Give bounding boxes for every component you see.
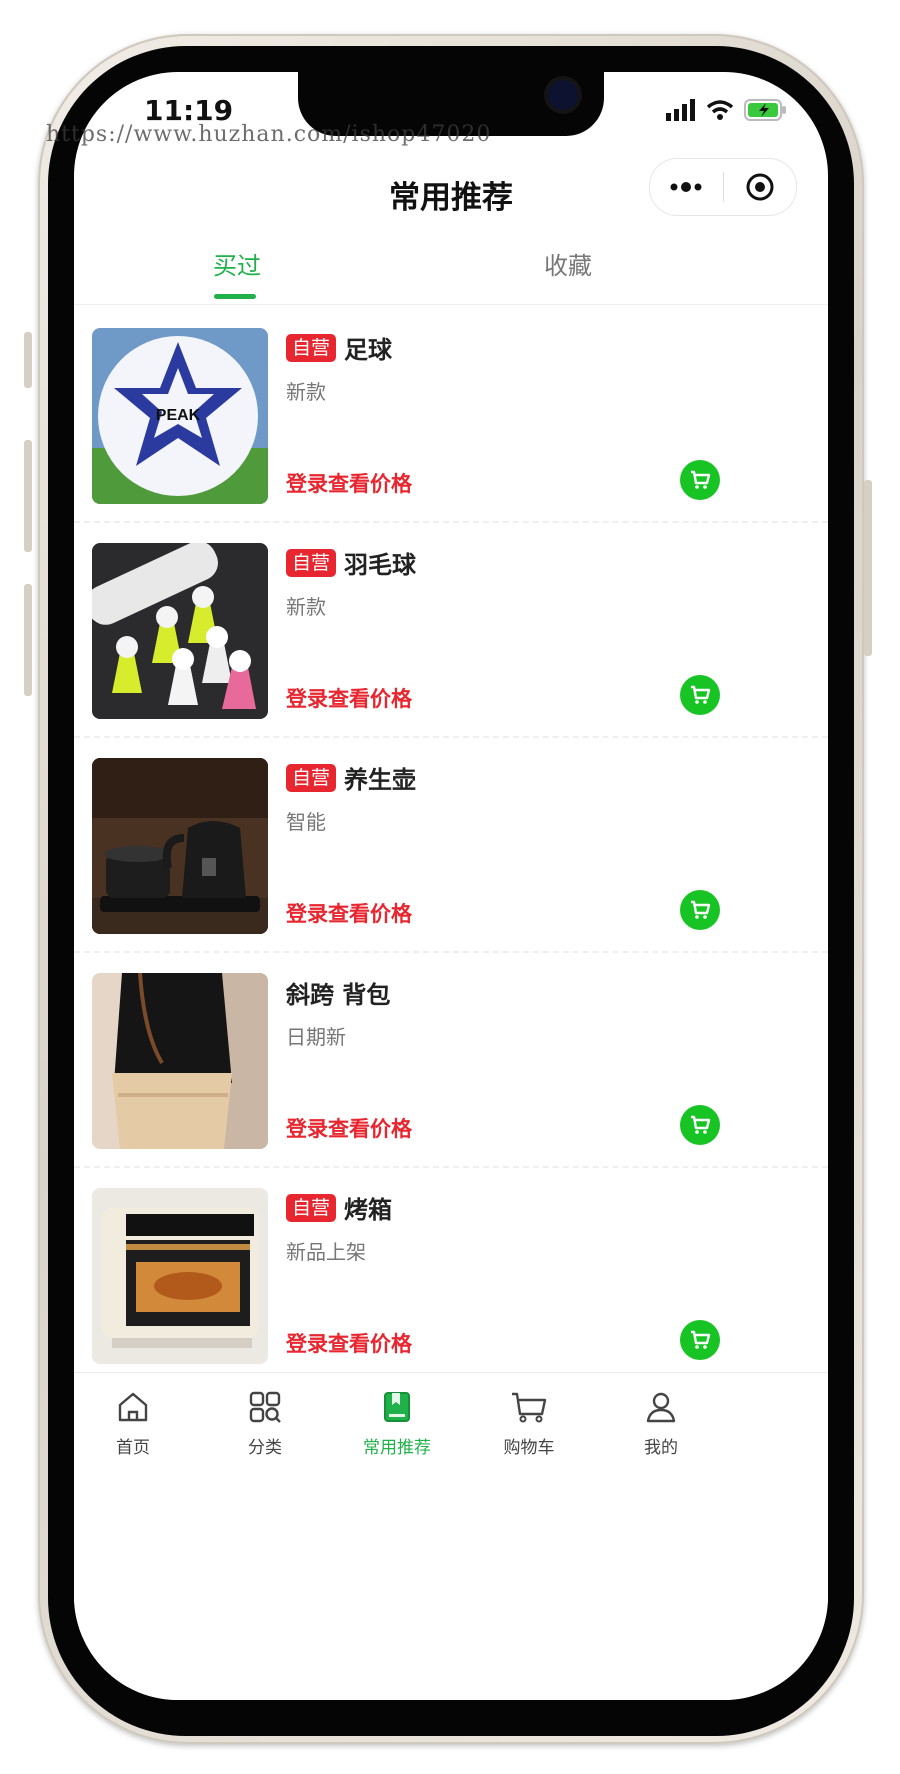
list-item[interactable]: PEAK 自营 足球 新款 登录查看价格 <box>74 308 828 523</box>
tab-bar-top: 买过 收藏 <box>74 232 828 305</box>
tabbar-category-label: 分类 <box>248 1438 282 1458</box>
product-list: PEAK 自营 足球 新款 登录查看价格 自营 羽毛球 新款 登录查看价格 自营… <box>74 308 828 1423</box>
watermark-url: https://www.huzhan.com/ishop47020 <box>46 122 492 147</box>
tabbar-cart[interactable]: 购物车 <box>474 1387 584 1458</box>
home-icon <box>118 1392 148 1422</box>
cart-icon <box>691 1330 711 1349</box>
product-subtitle: 新款 <box>286 380 326 404</box>
product-title: 斜跨 背包 <box>286 975 390 1010</box>
product-image-soccer-ball: PEAK <box>92 328 268 504</box>
login-to-view-price[interactable]: 登录查看价格 <box>286 468 412 498</box>
product-name[interactable]: 烤箱 <box>344 1190 392 1225</box>
wifi-icon <box>706 100 734 120</box>
list-item[interactable]: 斜跨 背包 日期新 登录查看价格 <box>74 953 828 1168</box>
self-operated-badge: 自营 <box>286 763 337 792</box>
product-name[interactable]: 斜跨 背包 <box>286 975 390 1010</box>
list-item[interactable]: 自营 羽毛球 新款 登录查看价格 <box>74 523 828 738</box>
cart-icon <box>691 900 711 919</box>
more-dots-icon <box>670 182 702 192</box>
tabbar-profile-label: 我的 <box>644 1438 678 1458</box>
add-to-cart-button[interactable] <box>680 1105 720 1145</box>
self-operated-badge: 自营 <box>286 1193 337 1222</box>
close-miniprogram-button[interactable] <box>724 159 797 215</box>
svg-text:PEAK: PEAK <box>156 407 201 424</box>
silent-switch <box>24 332 32 388</box>
tabbar-home[interactable]: 首页 <box>78 1387 188 1458</box>
tabbar-recommend-label: 常用推荐 <box>363 1438 431 1458</box>
cart-icon <box>691 685 711 704</box>
self-operated-badge: 自营 <box>286 333 337 362</box>
target-circle-icon <box>746 173 774 201</box>
product-subtitle: 新品上架 <box>286 1240 366 1264</box>
product-title: 自营 烤箱 <box>286 1190 392 1225</box>
cart-icon <box>691 470 711 489</box>
tabbar-profile[interactable]: 我的 <box>606 1387 716 1458</box>
screen: 11:19 常用推荐 买过 收藏 PEAK 自营 足球 新款 登录查看价格 自营… <box>74 72 828 1700</box>
power-button <box>864 480 872 656</box>
self-operated-badge: 自营 <box>286 548 337 577</box>
volume-down-button <box>24 584 32 696</box>
add-to-cart-button[interactable] <box>680 1320 720 1360</box>
category-icon <box>249 1391 281 1423</box>
cart-icon <box>691 1115 711 1134</box>
product-name[interactable]: 养生壶 <box>344 760 416 795</box>
active-tab-indicator <box>214 294 256 299</box>
add-to-cart-button[interactable] <box>680 675 720 715</box>
cart-icon <box>512 1392 547 1423</box>
signal-icon <box>666 99 695 121</box>
status-icons <box>666 98 788 122</box>
product-name[interactable]: 羽毛球 <box>344 545 416 580</box>
list-item[interactable]: 自营 养生壶 智能 登录查看价格 <box>74 738 828 953</box>
product-subtitle: 日期新 <box>286 1025 346 1049</box>
product-image-oven <box>92 1188 268 1364</box>
mini-program-capsule <box>649 158 797 216</box>
product-subtitle: 新款 <box>286 595 326 619</box>
tabbar-cart-label: 购物车 <box>503 1438 555 1458</box>
tabbar-home-label: 首页 <box>116 1438 150 1458</box>
product-title: 自营 羽毛球 <box>286 545 416 580</box>
add-to-cart-button[interactable] <box>680 890 720 930</box>
product-image-health-kettle <box>92 758 268 934</box>
login-to-view-price[interactable]: 登录查看价格 <box>286 683 412 713</box>
tab-favorites[interactable]: 收藏 <box>544 246 592 281</box>
more-button[interactable] <box>650 159 723 215</box>
product-image-shuttlecocks <box>92 543 268 719</box>
camera-icon <box>548 80 578 110</box>
bookmark-icon <box>384 1392 410 1422</box>
user-icon <box>646 1392 676 1423</box>
volume-up-button <box>24 440 32 552</box>
product-subtitle: 智能 <box>286 810 326 834</box>
login-to-view-price[interactable]: 登录查看价格 <box>286 898 412 928</box>
product-image-shoulder-bag <box>92 973 268 1149</box>
bottom-tab-bar: 首页 分类 常用推荐 购物车 我的 <box>74 1372 828 1700</box>
battery-icon <box>744 99 786 121</box>
list-item[interactable]: 自营 烤箱 新品上架 登录查看价格 <box>74 1168 828 1383</box>
tabbar-recommend[interactable]: 常用推荐 <box>342 1387 452 1458</box>
product-title: 自营 养生壶 <box>286 760 416 795</box>
add-to-cart-button[interactable] <box>680 460 720 500</box>
tabbar-category[interactable]: 分类 <box>210 1387 320 1458</box>
product-name[interactable]: 足球 <box>344 330 392 365</box>
tab-bought[interactable]: 买过 <box>213 246 261 281</box>
product-title: 自营 足球 <box>286 330 392 365</box>
login-to-view-price[interactable]: 登录查看价格 <box>286 1113 412 1143</box>
login-to-view-price[interactable]: 登录查看价格 <box>286 1328 412 1358</box>
